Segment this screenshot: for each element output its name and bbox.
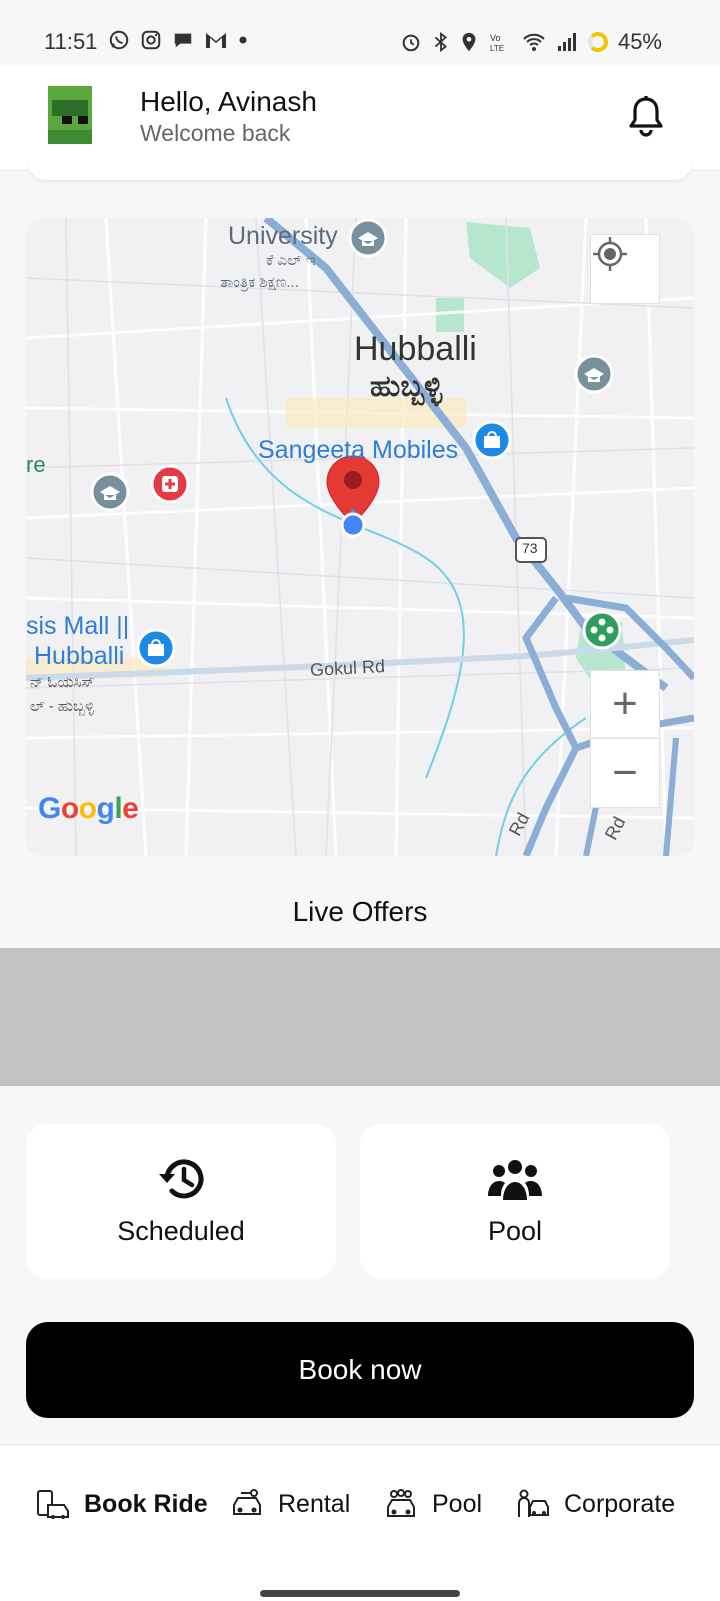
volte-icon: VoLTE — [490, 33, 504, 53]
car-person-icon — [518, 1489, 549, 1517]
car-people-icon — [387, 1489, 415, 1517]
scheduled-card[interactable]: Scheduled — [26, 1124, 336, 1278]
park-pin[interactable] — [582, 610, 622, 650]
crosshair-icon — [593, 237, 627, 271]
map-label-city: Hubballi — [354, 330, 477, 368]
car-phone-icon — [37, 1490, 69, 1519]
pool-label: Pool — [487, 1216, 543, 1246]
gmail-icon — [206, 33, 226, 48]
map-label-mall[interactable]: sis Mall || — [26, 612, 129, 641]
zoom-in-button[interactable]: + — [590, 670, 660, 738]
hospital-pin[interactable] — [150, 464, 190, 504]
people-group-icon — [488, 1160, 542, 1200]
battery-percent: 45% — [617, 29, 662, 54]
map-label-mall-kn: ನ್ ಓಯಸಿಸ್ — [30, 674, 95, 691]
nav-book-ride-label: Book Ride — [84, 1489, 208, 1518]
map-label-university: University — [228, 222, 338, 250]
instagram-icon — [141, 30, 161, 50]
bottom-nav: Book Ride Rental Pool Corporate — [0, 1444, 720, 1601]
map-label-mall-kn2: ಲ್ - ಹುಬ್ಬಳ್ಳಿ — [30, 698, 95, 715]
map-label-sangeeta[interactable]: Sangeeta Mobiles — [258, 436, 458, 465]
zoom-out-button[interactable]: − — [590, 738, 660, 808]
google-logo: Google — [38, 792, 139, 825]
school-pin[interactable] — [348, 218, 388, 258]
nav-rental-label: Rental — [278, 1489, 351, 1518]
home-indicator[interactable] — [260, 1590, 460, 1597]
map-view[interactable]: University ಕೆ ಎಲ್ ಇ ತಾಂತ್ರಿಕ ಶಿಕ್ಷಣ... H… — [26, 218, 694, 856]
alarm-icon — [402, 34, 420, 52]
avatar[interactable] — [48, 86, 92, 144]
wifi-icon — [523, 33, 545, 51]
nav-corporate-label: Corporate — [564, 1489, 676, 1518]
signal-icon — [557, 33, 576, 51]
live-offers-title: Live Offers — [292, 896, 428, 927]
chat-icon — [174, 33, 192, 48]
svg-text:Vo: Vo — [490, 33, 501, 43]
nav-rental[interactable]: Rental — [230, 1489, 350, 1519]
school-pin[interactable] — [90, 472, 130, 512]
shop-pin[interactable] — [136, 628, 176, 668]
pool-card[interactable]: Pool — [360, 1124, 670, 1278]
nav-corporate[interactable]: Corporate — [516, 1489, 675, 1519]
map-label-gokul-rd: Gokul Rd — [309, 656, 386, 680]
map-label-university-kn2: ತಾಂತ್ರಿಕ ಶಿಕ್ಷಣ... — [220, 274, 299, 291]
offers-banner[interactable] — [0, 948, 720, 1086]
car-key-icon — [233, 1489, 261, 1515]
search-card-edge — [28, 160, 692, 180]
my-location-button[interactable] — [590, 234, 660, 304]
scheduled-label: Scheduled — [117, 1216, 245, 1246]
welcome-text: Welcome back — [140, 120, 291, 146]
greeting-text: Hello, Avinash — [140, 86, 317, 117]
highway-number: 73 — [522, 540, 538, 556]
system-icons: Vo LTE 45% — [400, 29, 662, 55]
svg-text:LTE: LTE — [490, 44, 504, 53]
app-header: Hello, Avinash Welcome back — [0, 66, 720, 171]
dot-icon — [239, 36, 247, 44]
school-pin[interactable] — [574, 354, 614, 394]
whatsapp-icon — [109, 30, 129, 50]
nav-pool-label: Pool — [432, 1489, 483, 1518]
bell-icon[interactable] — [626, 94, 666, 138]
status-time: 11:51 — [44, 29, 98, 54]
location-icon — [462, 32, 476, 52]
history-icon — [159, 1159, 204, 1199]
minus-icon: − — [612, 748, 638, 797]
nav-pool[interactable]: Pool — [384, 1489, 482, 1519]
map-label-city-kn: ಹುಬ್ಬಳ್ಳಿ — [370, 370, 443, 403]
shop-pin[interactable] — [472, 420, 512, 460]
map-label-university-kn: ಕೆ ಎಲ್ ಇ — [266, 252, 316, 269]
bluetooth-icon — [434, 31, 447, 53]
status-bar: 11:51 Vo LTE 45% — [0, 0, 720, 66]
nav-book-ride[interactable]: Book Ride — [36, 1489, 208, 1519]
plus-icon: + — [612, 679, 638, 728]
notification-icons — [108, 29, 248, 51]
battery-icon — [587, 32, 608, 52]
map-label-edge: re — [26, 452, 46, 477]
book-now-button[interactable]: Book now — [26, 1322, 694, 1418]
map-label-mall-city[interactable]: Hubballi — [34, 642, 124, 671]
